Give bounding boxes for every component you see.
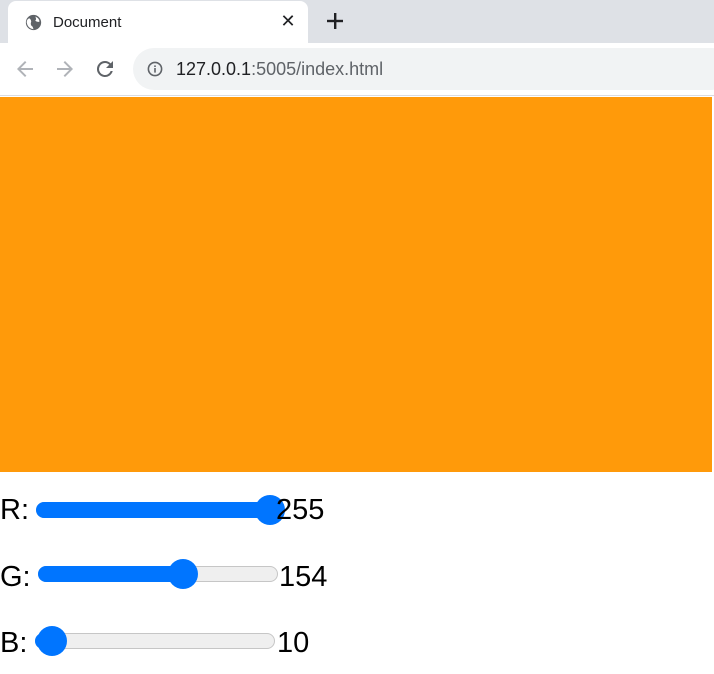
globe-icon [25,14,42,31]
url-text[interactable]: 127.0.0.1:5005/index.html [176,59,383,80]
slider-fill [36,502,270,518]
slider-label-b: B: [0,627,28,659]
slider-g[interactable] [38,559,278,589]
arrow-left-icon[interactable] [13,57,37,81]
slider-row-r: R: 255 [0,490,714,530]
slider-label-g: G: [0,561,31,593]
slider-label-r: R: [0,494,29,526]
reload-icon[interactable] [93,57,117,81]
tab-document[interactable]: Document ✕ [8,1,308,43]
address-bar[interactable]: 127.0.0.1:5005/index.html [133,48,714,90]
slider-value-r: 255 [276,494,325,526]
slider-value-g: 154 [279,561,328,593]
info-icon[interactable] [147,61,163,77]
slider-value-b: 10 [277,627,310,659]
slider-row-g: G: 154 [0,557,714,597]
slider-track [35,633,275,649]
url-path: :5005/index.html [251,59,384,79]
browser-toolbar: 127.0.0.1:5005/index.html [0,43,714,96]
tab-strip: Document ✕ [0,0,714,43]
slider-b[interactable] [35,626,275,656]
plus-icon[interactable] [324,10,346,32]
slider-row-b: B: 10 [0,623,714,663]
slider-thumb[interactable] [167,559,198,589]
slider-fill [38,566,183,582]
slider-r[interactable] [36,495,285,525]
url-host: 127.0.0.1 [176,59,252,79]
tab-title: Document [53,14,122,31]
color-preview [0,97,712,472]
close-icon[interactable]: ✕ [278,11,298,31]
slider-thumb[interactable] [36,626,67,656]
arrow-right-icon[interactable] [53,57,77,81]
